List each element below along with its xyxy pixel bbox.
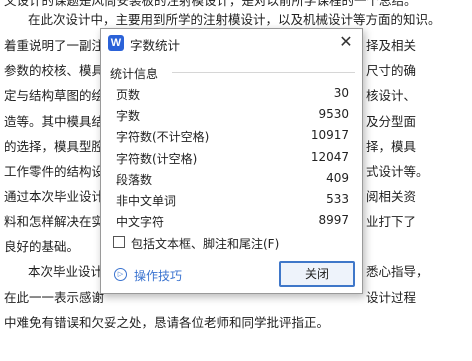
document-fragment: 悉心指导， [366, 264, 429, 279]
document-fragment: 及分型面 [366, 114, 417, 129]
document-line: 工作零件的结构设 [4, 164, 105, 179]
wps-writer-icon: W [108, 35, 124, 51]
document-line: 在此次设计中，主要用到所学的注射模设计，以及机械设计等方面的知识。 [28, 12, 441, 27]
document-fragment: 核设计、 [366, 88, 417, 103]
stat-label: 中文字符 [116, 215, 165, 230]
stat-label: 段落数 [116, 172, 153, 187]
close-button[interactable]: 关闭 [279, 261, 355, 287]
stat-value: 10917 [310, 128, 349, 143]
document-fragment: 阅相关资 [366, 189, 417, 204]
document-line: 造等。其中模具结 [4, 114, 105, 129]
document-fragment: 尺寸的确 [366, 63, 417, 78]
stat-row-words: 字数 9530 [116, 105, 349, 126]
stat-value: 8997 [318, 213, 349, 228]
stat-value: 533 [326, 191, 349, 206]
stat-label: 字符数(计空格) [116, 151, 198, 166]
stat-row-chars-no-spaces: 字符数(不计空格) 10917 [116, 126, 349, 147]
document-line: 料和怎样解决在实 [4, 214, 105, 229]
stat-value: 409 [326, 170, 349, 185]
stats-list: 页数 30 字数 9530 字符数(不计空格) 10917 字符数(计空格) 1… [116, 84, 349, 232]
stat-label: 字数 [116, 109, 141, 124]
document-line: 定与结构草图的绘 [4, 88, 105, 103]
document-line: 的选择，模具型腔 [4, 139, 105, 154]
word-count-dialog: W 字数统计 ✕ 统计信息 页数 30 字数 9530 字符数(不计空格) 10… [100, 28, 363, 294]
document-fragment: 业打下了 [366, 214, 417, 229]
stat-value: 12047 [310, 149, 349, 164]
document-line: 着重说明了一副注 [4, 38, 105, 53]
document-line: 本次毕业设计 [28, 264, 104, 279]
document-fragment: 设计过程 [366, 290, 417, 305]
include-textboxes-checkbox[interactable] [113, 236, 125, 248]
stat-value: 30 [333, 86, 349, 100]
stat-row-pages: 页数 30 [116, 84, 349, 105]
document-line: 中难免有错误和欠妥之处，恳请各位老师和同学批评指正。 [4, 315, 330, 330]
include-textboxes-label[interactable]: 包括文本框、脚注和尾注(F) [131, 235, 279, 252]
group-divider [172, 72, 355, 73]
document-line: 通过本次毕业设计 [4, 189, 105, 204]
stat-label: 非中文单词 [116, 193, 177, 208]
tips-label[interactable]: 操作技巧 [134, 267, 182, 284]
document-line: 良好的基础。 [4, 239, 80, 254]
stat-label: 页数 [116, 88, 141, 102]
document-line: 文设计的课题是风筒安装板的注射模设计，是对以前所学课程的一个总结。 [4, 0, 417, 8]
play-icon: ▷ [114, 268, 127, 281]
document-fragment: 择及相关 [366, 38, 417, 53]
stat-row-paragraphs: 段落数 409 [116, 169, 349, 190]
dialog-title: 字数统计 [130, 38, 181, 53]
stat-row-chars-with-spaces: 字符数(计空格) 12047 [116, 148, 349, 169]
stat-value: 9530 [318, 107, 349, 122]
stats-group-title: 统计信息 [110, 67, 159, 81]
document-line: 参数的校核、模具 [4, 63, 105, 78]
document-fragment: 择，模具 [366, 139, 417, 154]
stat-row-chinese-chars: 中文字符 8997 [116, 211, 349, 232]
stat-row-non-chinese-words: 非中文单词 533 [116, 190, 349, 211]
document-fragment: 式设计等。 [366, 164, 429, 179]
dialog-titlebar[interactable]: W 字数统计 ✕ [101, 29, 362, 57]
document-line: 在此一一表示感谢 [4, 290, 105, 305]
stat-label: 字符数(不计空格) [116, 130, 210, 145]
close-icon[interactable]: ✕ [336, 32, 356, 52]
